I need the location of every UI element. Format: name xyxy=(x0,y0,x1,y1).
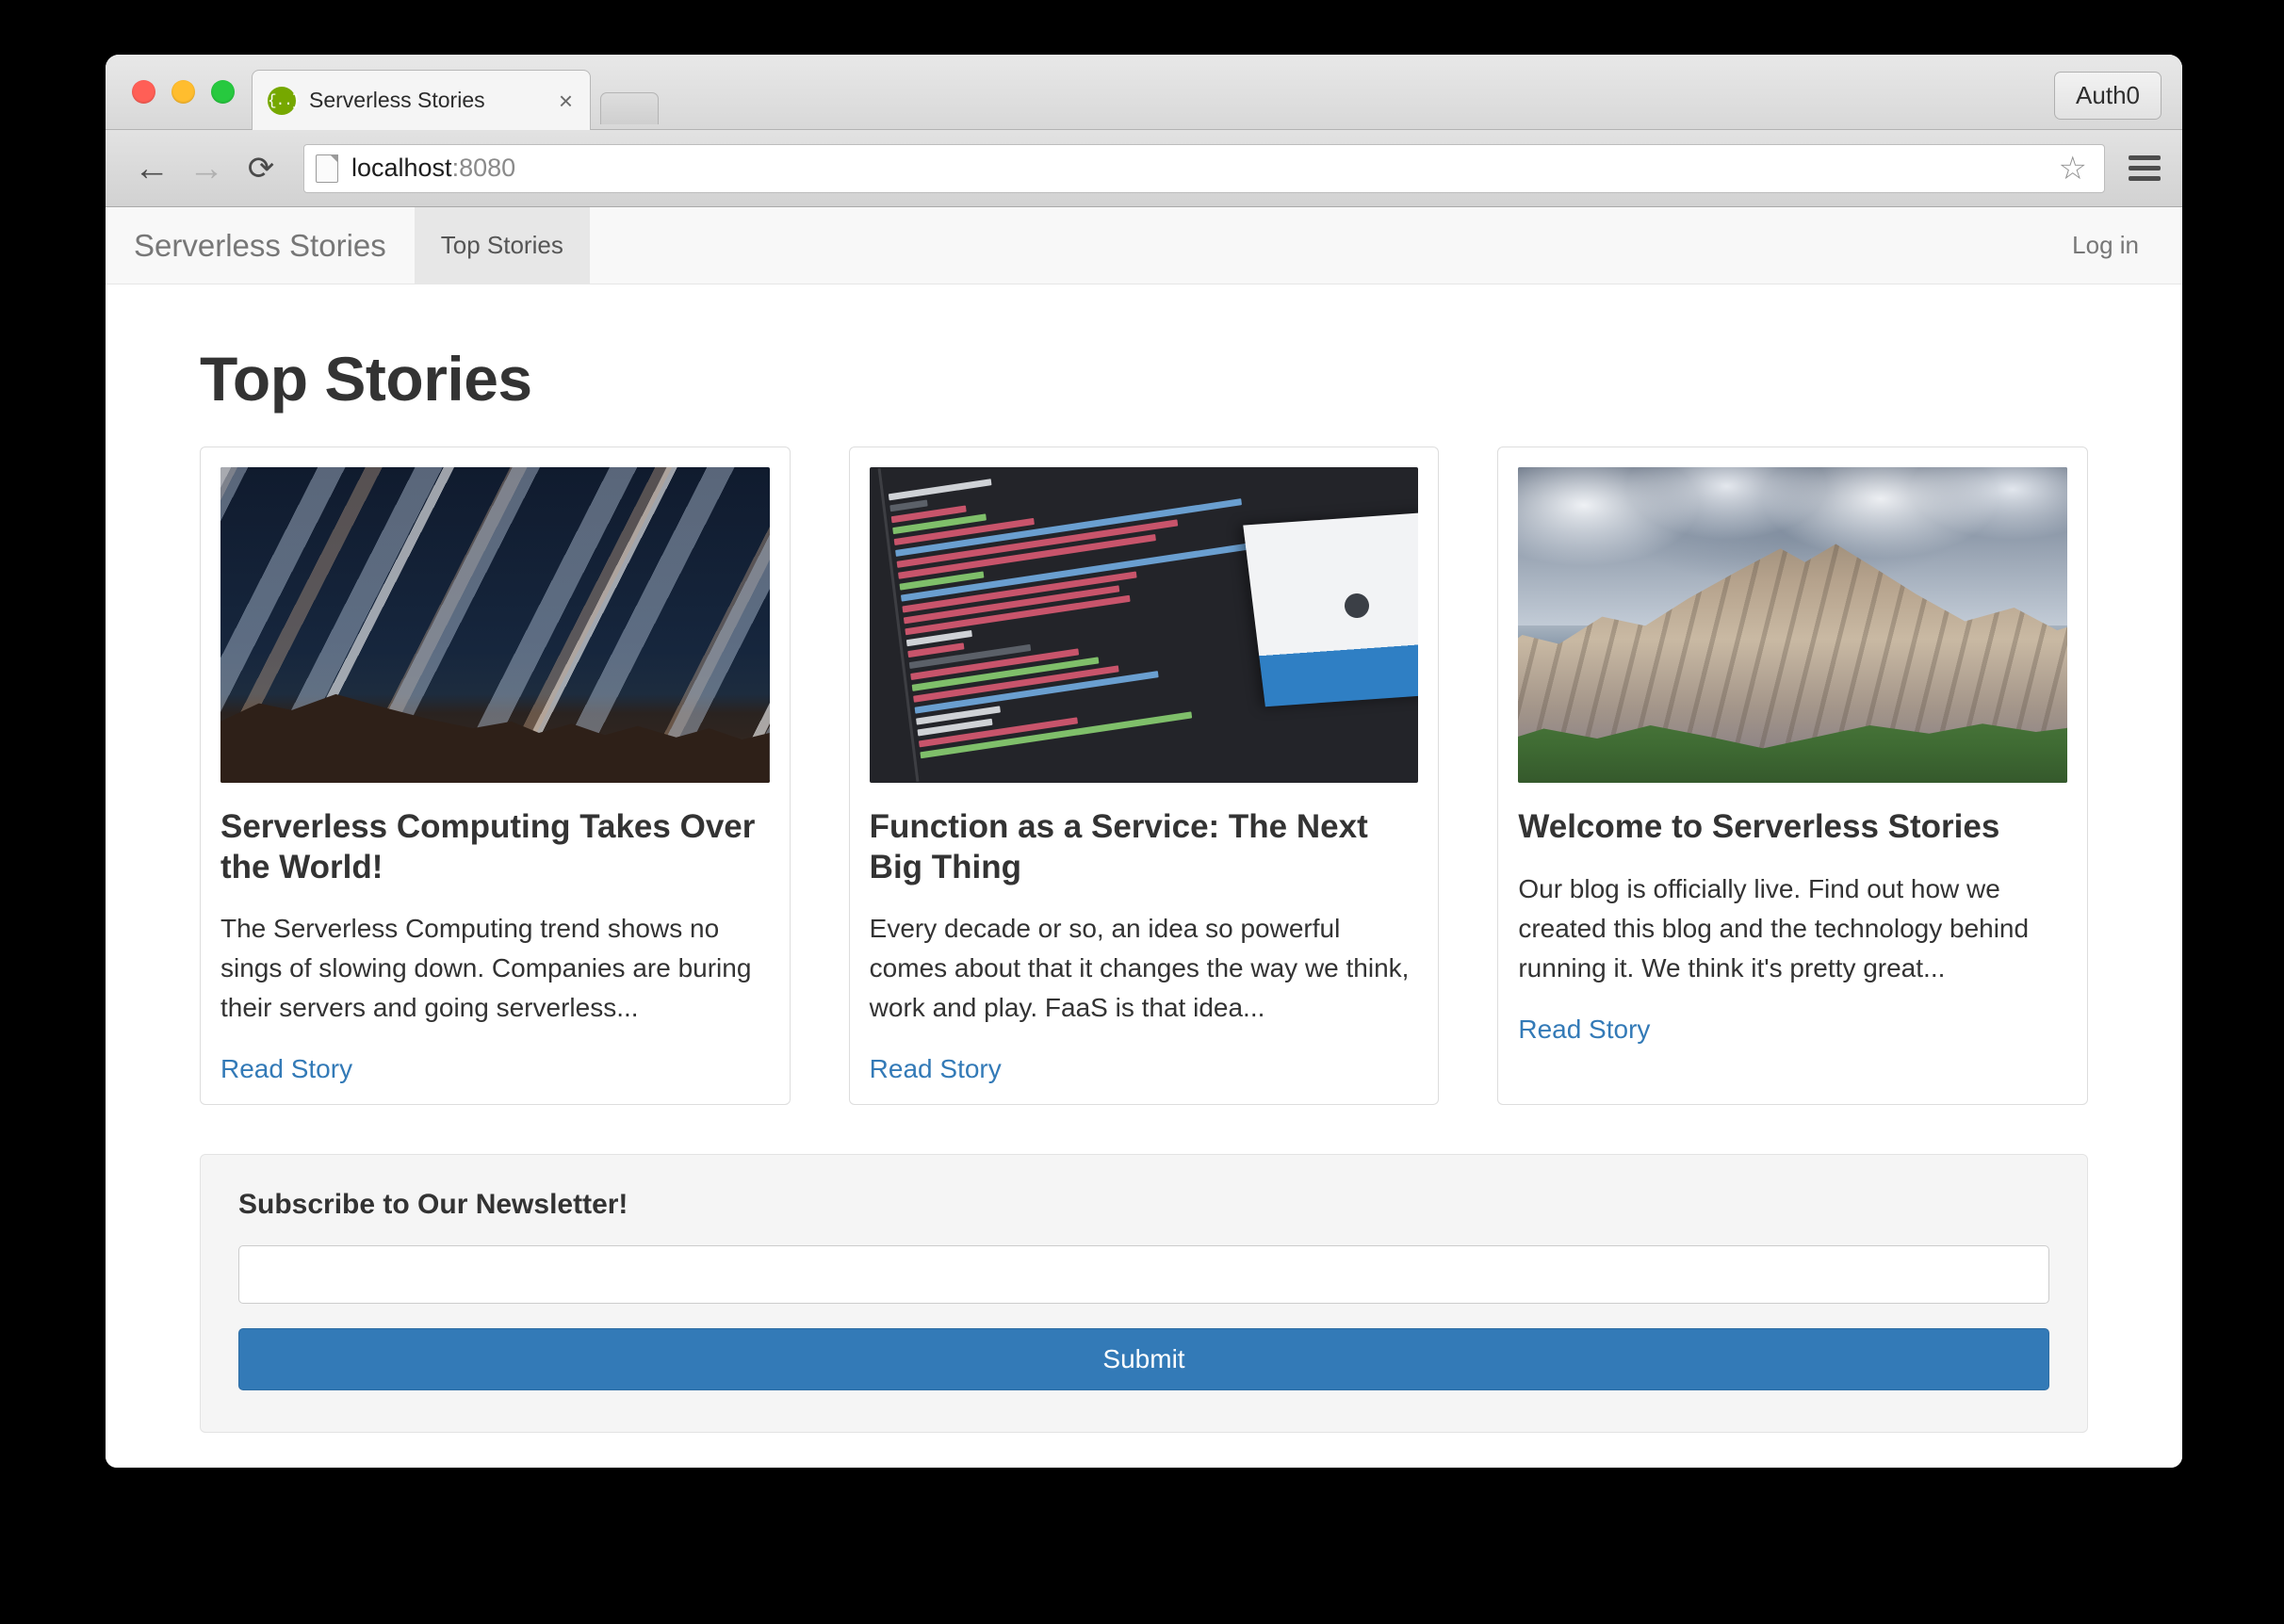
maximize-window-button[interactable] xyxy=(211,80,235,104)
read-story-link[interactable]: Read Story xyxy=(1518,1015,1650,1045)
story-thumbnail-star-trails xyxy=(220,467,770,783)
story-card-list: Serverless Computing Takes Over the Worl… xyxy=(200,447,2088,1105)
story-card[interactable]: Function as a Service: The Next Big Thin… xyxy=(849,447,1440,1105)
auth0-extension-button[interactable]: Auth0 xyxy=(2054,72,2162,120)
browser-window: {..} Serverless Stories × Auth0 ← → ⟳ lo… xyxy=(106,55,2182,1468)
story-title: Function as a Service: The Next Big Thin… xyxy=(870,807,1419,887)
bookmark-star-icon[interactable]: ☆ xyxy=(2059,150,2093,187)
story-title: Welcome to Serverless Stories xyxy=(1518,807,2067,848)
read-story-link[interactable]: Read Story xyxy=(220,1054,352,1084)
hamburger-menu-icon[interactable] xyxy=(2116,155,2163,181)
reload-icon[interactable]: ⟳ xyxy=(234,141,288,196)
site-navbar: Serverless Stories Top Stories Log in xyxy=(106,207,2182,284)
login-link[interactable]: Log in xyxy=(2072,207,2182,284)
browser-tab[interactable]: {..} Serverless Stories × xyxy=(252,70,591,130)
story-excerpt: Our blog is officially live. Find out ho… xyxy=(1518,869,2067,988)
new-tab-button[interactable] xyxy=(600,92,659,124)
url-port: :8080 xyxy=(452,154,516,182)
url-text: localhost:8080 xyxy=(351,154,515,183)
url-host: localhost xyxy=(351,154,452,182)
story-thumbnail-code-editor xyxy=(870,467,1419,783)
page-document-icon xyxy=(316,154,338,183)
story-thumbnail-mountain xyxy=(1518,467,2067,783)
newsletter-title: Subscribe to Our Newsletter! xyxy=(238,1189,2049,1221)
newsletter-email-input[interactable] xyxy=(238,1245,2049,1304)
page-title: Top Stories xyxy=(200,284,2088,447)
window-controls xyxy=(132,80,235,104)
story-excerpt: Every decade or so, an idea so powerful … xyxy=(870,909,1419,1028)
serverless-braces-icon: {..} xyxy=(268,87,296,115)
story-title: Serverless Computing Takes Over the Worl… xyxy=(220,807,770,887)
newsletter-panel: Subscribe to Our Newsletter! Submit xyxy=(200,1154,2088,1433)
page-container: Top Stories Serverless Computing Takes O… xyxy=(106,284,2182,1433)
nav-item-top-stories[interactable]: Top Stories xyxy=(415,207,590,284)
close-window-button[interactable] xyxy=(132,80,155,104)
page-content: Serverless Stories Top Stories Log in To… xyxy=(106,207,2182,1468)
address-bar[interactable]: localhost:8080 ☆ xyxy=(303,144,2105,193)
newsletter-submit-button[interactable]: Submit xyxy=(238,1328,2049,1390)
story-card[interactable]: Welcome to Serverless Stories Our blog i… xyxy=(1497,447,2088,1105)
story-card[interactable]: Serverless Computing Takes Over the Worl… xyxy=(200,447,791,1105)
back-icon[interactable]: ← xyxy=(124,141,179,196)
forward-icon[interactable]: → xyxy=(179,141,234,196)
close-icon[interactable]: × xyxy=(555,89,577,113)
minimize-window-button[interactable] xyxy=(171,80,195,104)
browser-toolbar: ← → ⟳ localhost:8080 ☆ xyxy=(106,130,2182,207)
browser-titlebar: {..} Serverless Stories × Auth0 xyxy=(106,55,2182,130)
read-story-link[interactable]: Read Story xyxy=(870,1054,1002,1084)
story-excerpt: The Serverless Computing trend shows no … xyxy=(220,909,770,1028)
tab-title: Serverless Stories xyxy=(309,88,555,113)
site-brand[interactable]: Serverless Stories xyxy=(106,207,415,284)
